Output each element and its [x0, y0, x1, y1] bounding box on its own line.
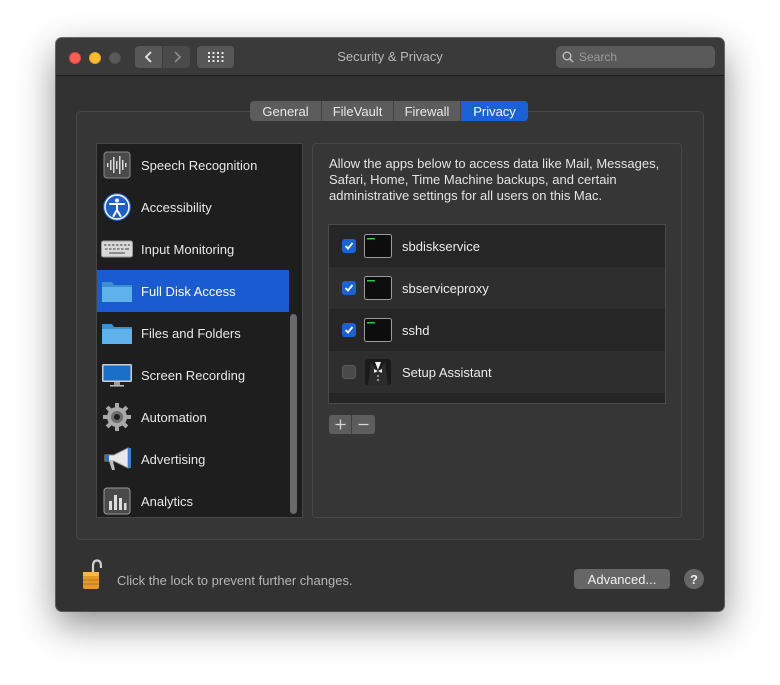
- display-icon: [101, 359, 133, 391]
- add-app-button[interactable]: [329, 415, 352, 434]
- search-icon: [562, 51, 574, 63]
- app-row-sshd[interactable]: sshd: [329, 309, 665, 351]
- sidebar-item-automation[interactable]: Automation: [97, 396, 289, 438]
- sidebar-item-label: Speech Recognition: [141, 157, 258, 173]
- sidebar-item-label: Input Monitoring: [141, 241, 235, 257]
- sidebar-item-speech-recognition[interactable]: Speech Recognition: [97, 144, 289, 186]
- sidebar-item-label: Automation: [141, 409, 207, 425]
- folder-icon: [101, 275, 133, 307]
- app-checkbox[interactable]: [342, 365, 356, 379]
- chart-icon: [101, 485, 133, 517]
- app-row-sbdiskservice[interactable]: sbdiskservice: [329, 225, 665, 267]
- megaphone-icon: [101, 443, 133, 475]
- sidebar-item-full-disk-access[interactable]: Full Disk Access: [97, 270, 289, 312]
- terminal-icon: [364, 317, 392, 343]
- app-row-setup-assistant[interactable]: Setup Assistant: [329, 351, 665, 393]
- app-name: Setup Assistant: [402, 364, 492, 380]
- sidebar-scrollbar[interactable]: [290, 314, 297, 514]
- lock-message: Click the lock to prevent further change…: [117, 573, 353, 588]
- app-name: sshd: [402, 322, 430, 338]
- accessibility-icon: [101, 191, 133, 223]
- lock-button[interactable]: [82, 559, 103, 591]
- waveform-icon: [101, 149, 133, 181]
- advanced-button[interactable]: Advanced...: [574, 569, 670, 589]
- sidebar-item-label: Files and Folders: [141, 325, 241, 341]
- app-checkbox[interactable]: [342, 323, 356, 337]
- sidebar-item-label: Accessibility: [141, 199, 212, 215]
- sidebar-item-files-and-folders[interactable]: Files and Folders: [97, 312, 289, 354]
- app-row-sbserviceproxy[interactable]: sbserviceproxy: [329, 267, 665, 309]
- sidebar-item-advertising[interactable]: Advertising: [97, 438, 289, 480]
- folder-icon: [101, 317, 133, 349]
- remove-app-button[interactable]: [352, 415, 375, 434]
- sidebar-item-label: Screen Recording: [141, 367, 246, 383]
- tab-bar: General FileVault Firewall Privacy: [250, 101, 528, 121]
- sidebar-item-label: Analytics: [141, 493, 194, 509]
- tab-privacy[interactable]: Privacy: [461, 101, 528, 121]
- sidebar-item-accessibility[interactable]: Accessibility: [97, 186, 289, 228]
- app-list[interactable]: sbdiskservice sbserviceproxy sshd Setup …: [328, 224, 666, 404]
- add-remove-buttons: [329, 415, 375, 434]
- access-description: Allow the apps below to access data like…: [329, 156, 660, 203]
- tab-filevault[interactable]: FileVault: [322, 101, 394, 121]
- title-bar: Security & Privacy: [56, 38, 724, 76]
- terminal-icon: [364, 275, 392, 301]
- privacy-category-list[interactable]: Speech Recognition Accessibility Input M…: [96, 143, 303, 518]
- search-input[interactable]: [579, 50, 709, 64]
- sidebar-item-screen-recording[interactable]: Screen Recording: [97, 354, 289, 396]
- preferences-window: Security & Privacy General FileVault Fir…: [56, 38, 724, 611]
- tab-firewall[interactable]: Firewall: [394, 101, 461, 121]
- unlocked-padlock-icon: [83, 559, 103, 589]
- keyboard-icon: [101, 233, 133, 265]
- sidebar-item-label: Full Disk Access: [141, 283, 236, 299]
- checkmark-icon: [344, 284, 354, 292]
- app-name: sbdiskservice: [402, 238, 481, 254]
- plus-icon: [335, 419, 345, 430]
- tab-general[interactable]: General: [250, 101, 322, 121]
- gear-icon: [101, 401, 133, 433]
- app-checkbox[interactable]: [342, 281, 356, 295]
- sidebar-item-label: Advertising: [141, 451, 206, 467]
- sidebar-item-analytics[interactable]: Analytics: [97, 480, 289, 517]
- checkmark-icon: [344, 326, 354, 334]
- sidebar-item-input-monitoring[interactable]: Input Monitoring: [97, 228, 289, 270]
- app-name: sbserviceproxy: [402, 280, 489, 296]
- app-checkbox[interactable]: [342, 239, 356, 253]
- terminal-icon: [364, 233, 392, 259]
- search-field[interactable]: [556, 46, 715, 68]
- checkmark-icon: [344, 242, 354, 250]
- help-button[interactable]: ?: [684, 569, 704, 589]
- minus-icon: [358, 423, 369, 426]
- tuxedo-icon: [364, 359, 392, 385]
